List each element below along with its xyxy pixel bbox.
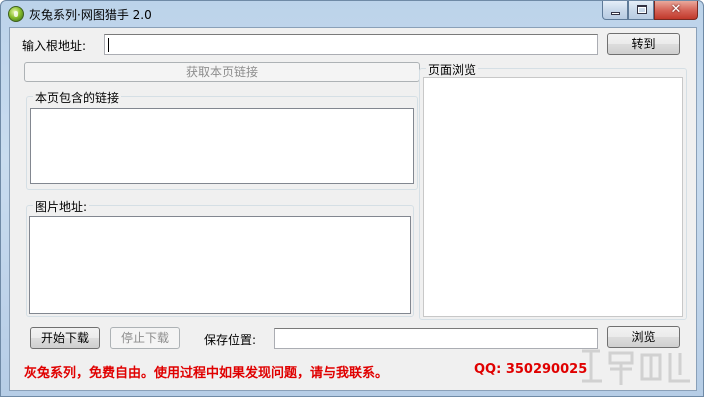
minimize-icon [611,12,620,15]
app-window: 灰兔系列·网图猎手 2.0 ✕ 输入根地址: 转到 获取本页链接 本页包含的链接… [0,0,704,397]
maximize-button[interactable] [628,1,654,20]
qq-contact: QQ: 350290025 [474,362,588,377]
url-label: 输入根地址: [22,39,87,53]
close-icon: ✕ [670,2,682,17]
stop-download-button[interactable]: 停止下载 [110,327,180,349]
minimize-button[interactable] [602,1,628,20]
client-area: 输入根地址: 转到 获取本页链接 本页包含的链接 图片地址: 页面浏览 开始下载… [9,27,697,391]
watermark-logo [582,349,690,385]
preview-group: 页面浏览 [419,61,687,320]
preview-group-title: 页面浏览 [426,61,479,78]
title-bar[interactable]: 灰兔系列·网图猎手 2.0 ✕ [1,1,703,27]
text-caret [108,38,109,52]
save-location-input[interactable] [274,328,598,349]
maximize-icon [637,5,647,14]
save-location-label: 保存位置: [204,333,257,347]
images-group-title: 图片地址: [33,198,90,215]
links-group: 本页包含的链接 [26,89,418,190]
links-group-title: 本页包含的链接 [33,89,122,106]
url-input[interactable] [104,34,598,55]
start-download-button[interactable]: 开始下载 [30,327,100,349]
window-controls: ✕ [602,1,698,20]
page-preview-pane[interactable] [423,77,683,317]
fetch-links-button[interactable]: 获取本页链接 [24,62,420,82]
support-notice: 灰兔系列，免费自由。使用过程中如果发现问题，请与我联系。 [24,366,389,381]
close-button[interactable]: ✕ [654,1,698,20]
window-title: 灰兔系列·网图猎手 2.0 [29,8,152,22]
app-icon [8,6,24,22]
go-button[interactable]: 转到 [607,33,680,55]
image-url-list[interactable] [29,216,411,314]
images-group: 图片地址: [26,198,414,317]
links-list[interactable] [30,108,414,184]
